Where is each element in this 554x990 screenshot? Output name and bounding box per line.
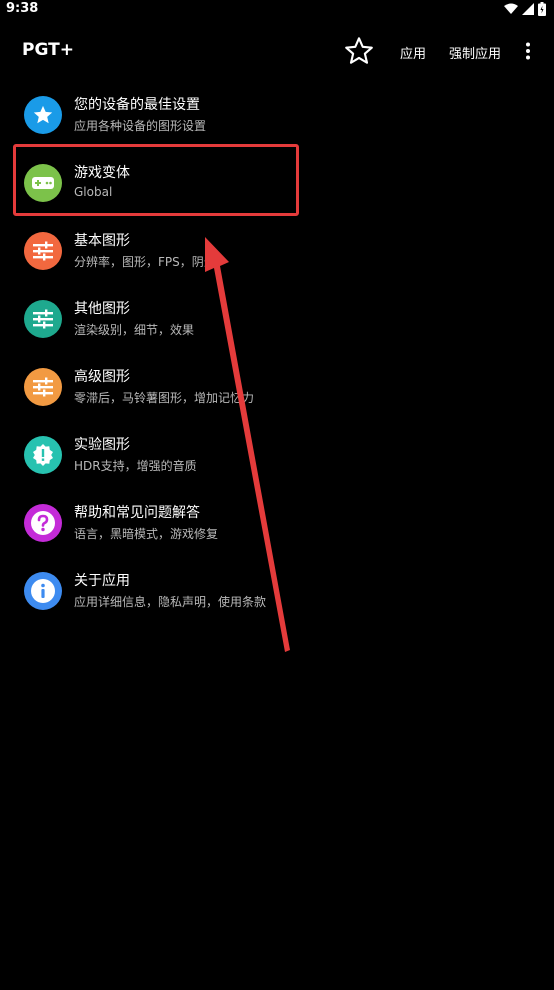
item-subtitle: 分辨率，图形，FPS，阴影 [74, 255, 216, 269]
info-icon [24, 572, 62, 610]
more-options-button[interactable] [520, 41, 536, 61]
alert-badge-icon [24, 436, 62, 474]
item-subtitle: 应用详细信息，隐私声明，使用条款 [74, 595, 267, 609]
highlight-box [13, 144, 299, 216]
force-apply-button[interactable]: 强制应用 [449, 43, 501, 62]
star-outline-icon [345, 37, 373, 64]
status-bar: 9:38 [0, 0, 554, 20]
menu-item-help-faq[interactable]: 帮助和常见问题解答 语言，黑暗模式，游戏修复 [12, 494, 532, 558]
item-title: 高级图形 [74, 369, 130, 385]
help-icon [24, 504, 62, 542]
menu-item-best-settings[interactable]: 您的设备的最佳设置 应用各种设备的图形设置 [12, 86, 532, 150]
item-subtitle: 零滞后，马铃薯图形，增加记忆力 [74, 391, 255, 405]
tune-icon [24, 300, 62, 338]
item-subtitle: 渲染级别，细节，效果 [74, 323, 195, 337]
menu-item-about-app[interactable]: 关于应用 应用详细信息，隐私声明，使用条款 [12, 562, 532, 626]
item-subtitle: 应用各种设备的图形设置 [74, 119, 207, 133]
apply-button[interactable]: 应用 [400, 43, 426, 62]
item-subtitle: 语言，黑暗模式，游戏修复 [74, 527, 219, 541]
tune-icon [24, 232, 62, 270]
favorite-button[interactable] [343, 35, 375, 67]
menu-item-experimental-graphics[interactable]: 实验图形 HDR支持，增强的音质 [12, 426, 532, 490]
app-bar: PGT+ 应用 强制应用 [0, 20, 554, 82]
status-icons [504, 2, 546, 16]
star-icon [24, 96, 62, 134]
item-title: 您的设备的最佳设置 [74, 97, 200, 113]
item-title: 帮助和常见问题解答 [74, 505, 200, 521]
app-title: PGT+ [22, 40, 74, 60]
item-title: 基本图形 [74, 233, 130, 249]
item-title: 实验图形 [74, 437, 130, 453]
signal-icon [522, 3, 534, 15]
item-subtitle: HDR支持，增强的音质 [74, 459, 197, 473]
item-title: 其他图形 [74, 301, 130, 317]
more-vert-icon [526, 42, 530, 60]
tune-icon [24, 368, 62, 406]
wifi-icon [504, 3, 518, 14]
menu-item-advanced-graphics[interactable]: 高级图形 零滞后，马铃薯图形，增加记忆力 [12, 358, 532, 422]
item-title: 关于应用 [74, 573, 130, 589]
status-time: 9:38 [6, 1, 39, 16]
battery-icon [538, 2, 546, 16]
menu-item-other-graphics[interactable]: 其他图形 渲染级别，细节，效果 [12, 290, 532, 354]
menu-item-basic-graphics[interactable]: 基本图形 分辨率，图形，FPS，阴影 [12, 222, 532, 286]
